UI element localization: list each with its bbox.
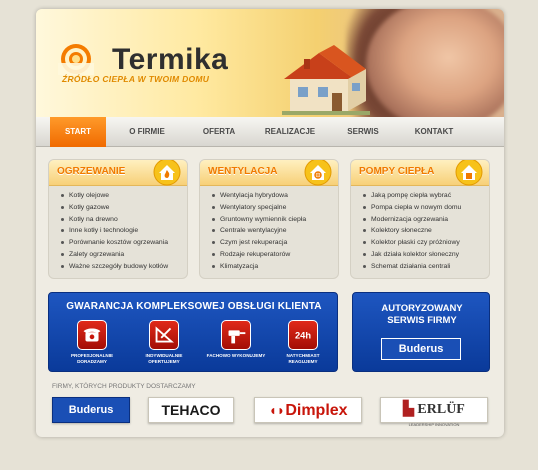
nav-oferta[interactable]: OFERTA [188,117,250,147]
category-ogrzewanie: OGRZEWANIE Kotły olejowe Kotły gazowe Ko… [48,159,188,279]
category-wentylacja: WENTYLACJA Wentylacja hybrydowa Wentylat… [199,159,339,279]
partner-buderus[interactable]: Buderus [52,397,130,423]
nav-realizacje[interactable]: REALIZACJE [254,117,326,147]
partner-name: TEHACO [161,402,221,418]
partners-title: FIRMY, KTÓRYCH PRODUKTY DOSTARCZAMY [52,383,196,390]
guarantee-title: GWARANCJA KOMPLEKSOWEJ OBSŁUGI KLIENTA [66,301,322,312]
erluf-tagline: LEADERSHIP INNOVATION [408,422,460,427]
guarantee-label: NATYCHMIAST REAGUJEMY [286,353,320,364]
nav-start[interactable]: START [50,117,106,147]
category-header[interactable]: WENTYLACJA [200,160,338,186]
authorized-title: AUTORYZOWANY SERWIS FIRMY [381,303,463,326]
category-title[interactable]: OGRZEWANIE [57,166,125,177]
list-item[interactable]: Kotły olejowe [61,190,187,202]
guarantee-item[interactable]: INDYWIDUALNIE OFERTUJEMY [134,320,194,365]
category-list: Jaką pompę ciepła wybrać Pompa ciepła w … [351,186,489,273]
house-illustration [282,45,370,115]
logo-tagline: ŹRÓDŁO CIEPŁA W TWOIM DOMU [62,74,210,84]
partner-tehaco[interactable]: TEHACO [148,397,234,423]
24h-icon: 24h [288,320,318,350]
phone-icon [77,320,107,350]
partner-name: Buderus [68,404,114,416]
main-nav: START O FIRMIE OFERTA REALIZACJE SERWIS … [36,117,504,147]
category-pompy-ciepla: POMPY CIEPŁA Jaką pompę ciepła wybrać Po… [350,159,490,279]
list-item[interactable]: Schemat działania centrali [363,261,489,273]
guarantee-label: PROFESJONALNIE DORADZAMY [70,353,114,364]
guarantee-item[interactable]: FACHOWO WYKONUJEMY [206,320,266,359]
drafting-icon [149,320,179,350]
guarantee-item[interactable]: PROFESJONALNIE DORADZAMY [62,320,122,365]
list-item[interactable]: Klimatyzacja [212,261,338,273]
header: Termika ŹRÓDŁO CIEPŁA W TWOIM DOMU [36,9,504,117]
list-item[interactable]: Inne kotły i technologie [61,225,187,237]
list-item[interactable]: Wentylacja hybrydowa [212,190,338,202]
nav-kontakt[interactable]: KONTAKT [402,117,466,147]
category-list: Kotły olejowe Kotły gazowe Kotły na drew… [49,186,187,273]
guarantee-label: INDYWIDUALNIE OFERTUJEMY [145,353,183,364]
category-header[interactable]: OGRZEWANIE [49,160,187,186]
list-item[interactable]: Centrale wentylacyjne [212,225,338,237]
partner-name: ▙ ERLÜF [403,402,465,417]
buderus-button[interactable]: Buderus [381,338,461,360]
guarantee-banner: GWARANCJA KOMPLEKSOWEJ OBSŁUGI KLIENTA P… [48,292,338,372]
list-item[interactable]: Kotły gazowe [61,202,187,214]
dimplex-logo-icon: ◖◗ [268,402,286,418]
flame-house-icon [153,160,181,186]
drill-icon [221,320,251,350]
logo-name[interactable]: Termika [112,43,228,77]
partner-name: ◖◗Dimplex [268,402,348,419]
category-list: Wentylacja hybrydowa Wentylatory specjal… [200,186,338,273]
erluf-logo-icon: ▙ [403,402,418,417]
model-face-photo [366,9,504,117]
partner-erluf[interactable]: ▙ ERLÜF LEADERSHIP INNOVATION [380,397,488,427]
category-header[interactable]: POMPY CIEPŁA [351,160,489,186]
list-item[interactable]: Pompa ciepła w nowym domu [363,202,489,214]
list-item[interactable]: Kolektory słoneczne [363,225,489,237]
list-item[interactable]: Rodzaje rekuperatorów [212,249,338,261]
sun-logo-icon [58,44,94,75]
buderus-label: Buderus [398,343,444,355]
guarantee-item[interactable]: 24h NATYCHMIAST REAGUJEMY [273,320,333,365]
fan-house-icon [304,160,332,186]
nav-serwis[interactable]: SERWIS [332,117,394,147]
list-item[interactable]: Jak działa kolektor słoneczny [363,249,489,261]
pump-house-icon [455,160,483,186]
list-item[interactable]: Jaką pompę ciepła wybrać [363,190,489,202]
category-title[interactable]: WENTYLACJA [208,166,277,177]
list-item[interactable]: Kolektor płaski czy próżniowy [363,237,489,249]
nav-o-firmie[interactable]: O FIRMIE [116,117,178,147]
category-title[interactable]: POMPY CIEPŁA [359,166,434,177]
authorized-service-box: AUTORYZOWANY SERWIS FIRMY Buderus [352,292,490,372]
partner-dimplex[interactable]: ◖◗Dimplex [254,397,362,423]
guarantee-label: FACHOWO WYKONUJEMY [206,353,266,358]
list-item[interactable]: Gruntowny wymiennik ciepła [212,214,338,226]
svg-text:24h: 24h [295,331,311,341]
list-item[interactable]: Modernizacja ogrzewania [363,214,489,226]
list-item[interactable]: Ważne szczegóły budowy kotłów [61,261,187,273]
list-item[interactable]: Porównanie kosztów ogrzewania [61,237,187,249]
page: Termika ŹRÓDŁO CIEPŁA W TWOIM DOMU START… [36,9,504,437]
list-item[interactable]: Wentylatory specjalne [212,202,338,214]
list-item[interactable]: Zalety ogrzewania [61,249,187,261]
list-item[interactable]: Czym jest rekuperacja [212,237,338,249]
list-item[interactable]: Kotły na drewno [61,214,187,226]
